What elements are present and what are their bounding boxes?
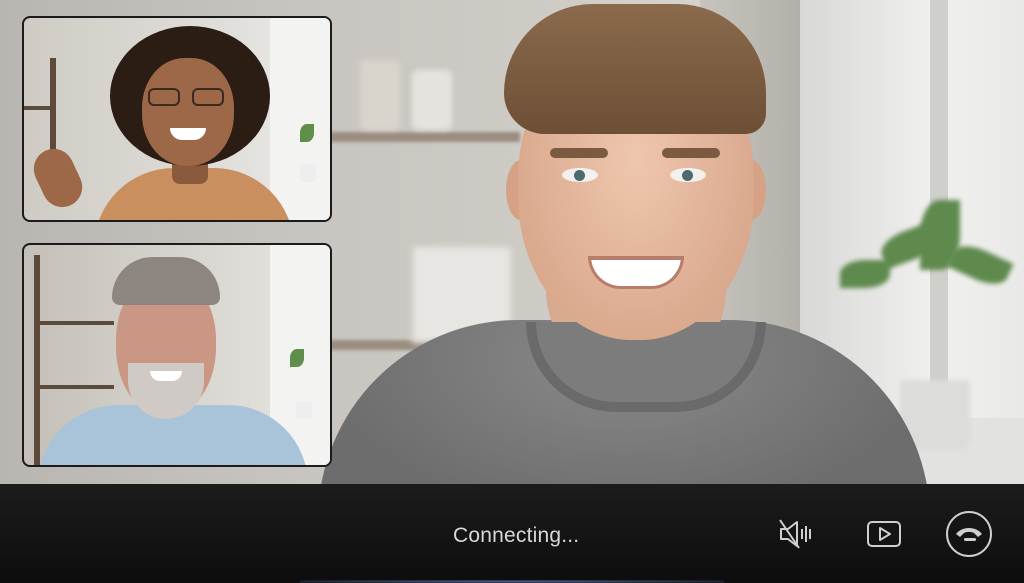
mute-button[interactable]: [776, 514, 816, 554]
thumbnail-shelf: [24, 106, 56, 110]
video-play-icon: [867, 521, 901, 547]
participant-smile: [150, 371, 182, 381]
eye: [670, 168, 706, 182]
thumbnail-plant: [290, 349, 304, 367]
eyebrow: [550, 148, 608, 158]
thumbnail-window: [270, 18, 330, 220]
eye: [562, 168, 598, 182]
eyebrow: [662, 148, 720, 158]
participant-thumbnail[interactable]: [22, 243, 332, 467]
video-button[interactable]: [864, 514, 904, 554]
thumbnail-pot: [300, 164, 316, 182]
glasses: [148, 88, 226, 106]
hair: [504, 4, 766, 134]
phone-hangup-icon: [956, 528, 982, 541]
thumbnail-shelf: [34, 255, 40, 465]
end-call-button[interactable]: [946, 511, 992, 557]
speaker-muted-icon: [779, 519, 811, 549]
participant-hair: [112, 257, 220, 305]
call-status-text: Connecting...: [453, 524, 580, 547]
participant-thumbnail[interactable]: [22, 16, 332, 222]
participant-hand: [27, 142, 89, 214]
participant-face: [142, 58, 234, 166]
thumbnail-plant: [300, 124, 314, 142]
thumbnail-shelf: [34, 385, 114, 389]
thumbnail-pot: [296, 401, 312, 419]
main-participant: [318, 0, 958, 484]
thumbnail-shelf: [34, 321, 114, 325]
call-control-bar: Connecting...: [0, 484, 1024, 583]
